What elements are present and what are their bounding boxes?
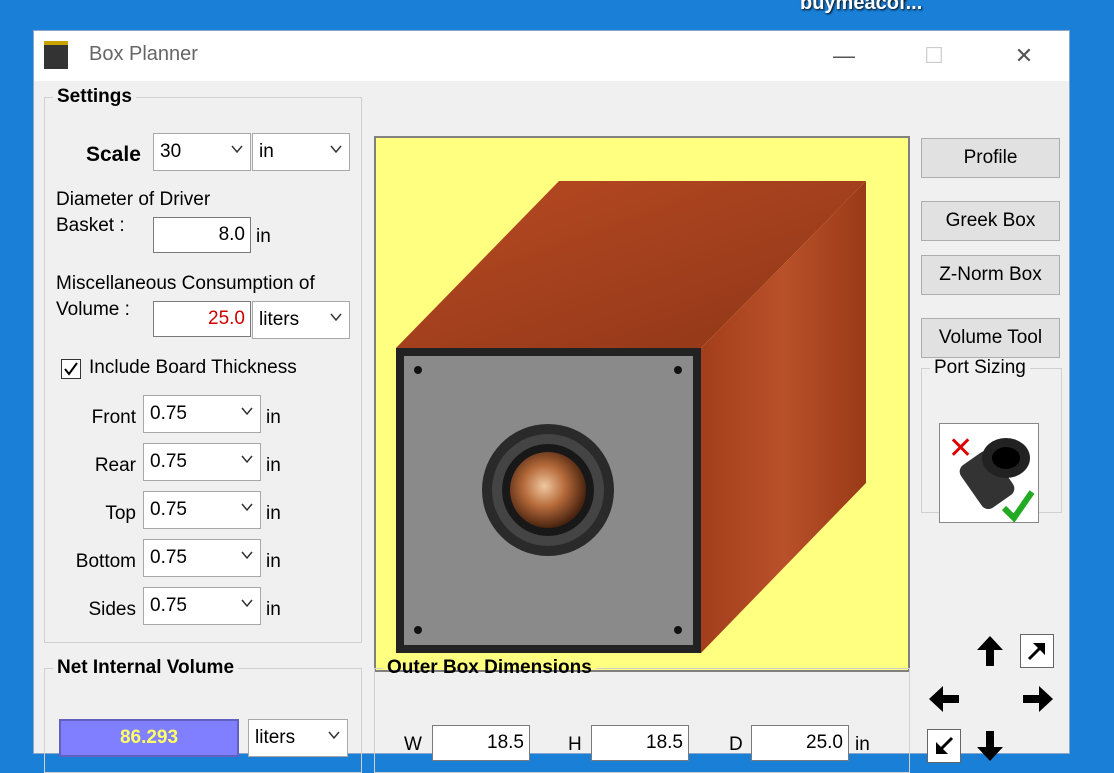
client-area: Settings Scale 30 in Diameter of Driver … [34, 81, 1069, 773]
desktop-icon-label[interactable]: buymeacof... [800, 0, 922, 15]
arrow-diagonal-down-left-icon [935, 736, 954, 755]
box-preview [374, 136, 910, 672]
minimize-button[interactable]: — [804, 31, 884, 81]
arrow-right-icon [1023, 686, 1053, 712]
volume-tool-button[interactable]: Volume Tool [921, 318, 1060, 358]
window-title: Box Planner [89, 43, 198, 65]
chevron-down-icon [328, 731, 340, 740]
arrow-up-button[interactable] [970, 631, 1010, 671]
net-volume-unit-select[interactable]: liters [248, 719, 348, 757]
board-top-label: Top [105, 503, 136, 524]
board-unit: in [266, 503, 281, 524]
misc-label: Miscellaneous Consumption of [56, 273, 315, 294]
port-sizing-button[interactable]: ✕ [939, 423, 1039, 523]
board-value: 0.75 [150, 403, 187, 424]
board-value: 0.75 [150, 595, 187, 616]
board-unit: in [266, 551, 281, 572]
app-icon [44, 41, 68, 69]
board-sides-label: Sides [88, 599, 136, 620]
arrow-down-icon [977, 731, 1003, 761]
shrink-diagonal-button[interactable] [927, 729, 961, 763]
z-norm-box-button[interactable]: Z-Norm Box [921, 255, 1060, 295]
misc-volume-input[interactable]: 25.0 [153, 301, 251, 337]
height-input[interactable]: 18.5 [591, 725, 689, 761]
board-rear-label: Rear [94, 455, 136, 476]
title-bar[interactable]: Box Planner — ☐ ✕ [34, 31, 1069, 81]
arrow-diagonal-up-right-icon [1027, 642, 1046, 661]
chevron-down-icon [330, 313, 342, 322]
depth-input[interactable]: 25.0 [751, 725, 849, 761]
arrow-up-icon [977, 636, 1003, 666]
board-bottom-label: Bottom [75, 551, 136, 572]
height-label: H [568, 734, 582, 755]
chevron-down-icon [241, 455, 253, 464]
board-front-select[interactable]: 0.75 [143, 395, 261, 433]
chevron-down-icon [241, 599, 253, 608]
port-sizing-legend: Port Sizing [934, 357, 1026, 378]
expand-diagonal-button[interactable] [1020, 634, 1054, 668]
chevron-down-icon [241, 551, 253, 560]
scale-select[interactable]: 30 [153, 133, 251, 171]
arrow-left-icon [929, 686, 959, 712]
chevron-down-icon [241, 503, 253, 512]
checkmark-icon [64, 362, 78, 376]
width-input[interactable]: 18.5 [432, 725, 530, 761]
diameter-label: Diameter of Driver [56, 189, 211, 210]
net-volume-unit-value: liters [255, 727, 296, 748]
board-top-select[interactable]: 0.75 [143, 491, 261, 529]
close-button[interactable]: ✕ [984, 31, 1064, 81]
misc-label-2: Volume : [56, 299, 130, 320]
depth-unit: in [855, 734, 870, 755]
board-rear-select[interactable]: 0.75 [143, 443, 261, 481]
diameter-label-2: Basket : [56, 215, 125, 236]
diameter-unit: in [256, 226, 271, 247]
profile-button[interactable]: Profile [921, 138, 1060, 178]
arrow-right-button[interactable] [1018, 679, 1058, 719]
misc-unit-select[interactable]: liters [252, 301, 350, 339]
diameter-input[interactable]: 8.0 [153, 217, 251, 253]
box-3d-illustration [396, 181, 866, 653]
board-unit: in [266, 455, 281, 476]
svg-text:✕: ✕ [948, 431, 973, 466]
arrow-left-button[interactable] [924, 679, 964, 719]
board-front-label: Front [91, 407, 136, 428]
driver-cone [510, 452, 586, 528]
scale-label: Scale [86, 143, 141, 166]
chevron-down-icon [231, 145, 243, 154]
net-volume-legend: Net Internal Volume [57, 657, 235, 678]
chevron-down-icon [241, 407, 253, 416]
board-sides-select[interactable]: 0.75 [143, 587, 261, 625]
depth-label: D [729, 734, 743, 755]
scale-value: 30 [160, 141, 182, 162]
board-value: 0.75 [150, 451, 187, 472]
settings-legend: Settings [57, 86, 132, 107]
board-bottom-select[interactable]: 0.75 [143, 539, 261, 577]
include-board-label[interactable]: Include Board Thickness [89, 357, 297, 379]
chevron-down-icon [330, 145, 342, 154]
arrow-down-button[interactable] [970, 726, 1010, 766]
board-value: 0.75 [150, 547, 187, 568]
outer-box-legend: Outer Box Dimensions [387, 657, 592, 678]
board-unit: in [266, 407, 281, 428]
board-value: 0.75 [150, 499, 187, 520]
box-planner-window: Box Planner — ☐ ✕ Settings Scale 30 in D… [33, 30, 1070, 773]
misc-unit-value: liters [259, 309, 300, 330]
scale-unit-select[interactable]: in [252, 133, 350, 171]
maximize-button[interactable]: ☐ [894, 31, 974, 81]
board-unit: in [266, 599, 281, 620]
greek-box-button[interactable]: Greek Box [921, 201, 1060, 241]
net-volume-value: 86.293 [59, 719, 239, 757]
port-tube-icon: ✕ [948, 431, 1035, 523]
width-label: W [404, 734, 422, 755]
scale-unit-value: in [259, 141, 274, 162]
include-board-checkbox[interactable] [61, 359, 81, 379]
